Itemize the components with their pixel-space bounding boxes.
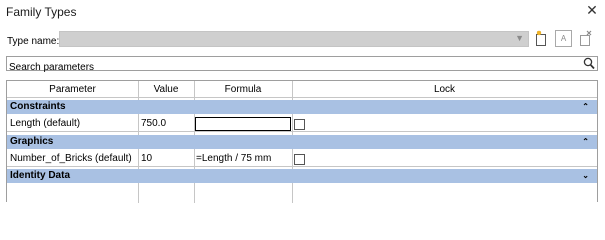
group-header-constraints[interactable]: Constraints ⌃ [7,100,597,114]
value-field[interactable]: 750.0 [141,116,166,131]
expand-icon[interactable]: ⌄ [582,169,589,183]
lock-checkbox[interactable] [294,154,305,165]
formula-input-active[interactable] [195,117,291,131]
collapse-icon[interactable]: ⌃ [582,135,589,149]
column-divider [138,149,139,169]
column-divider [292,114,293,135]
lock-checkbox[interactable] [294,119,305,130]
group-header-identity-data[interactable]: Identity Data ⌄ [7,169,597,183]
parameter-name[interactable]: Number_of_Bricks (default) [10,151,132,166]
group-label: Graphics [10,136,54,147]
parameters-grid: Parameter Value Formula Lock Constraints… [6,80,598,203]
type-name-dropdown[interactable]: ▼ [59,31,529,47]
collapse-icon[interactable]: ⌃ [582,100,589,114]
column-divider [292,81,293,100]
dialog-title: Family Types [6,5,77,19]
column-header-parameter[interactable]: Parameter [7,81,138,98]
column-header-value[interactable]: Value [138,81,194,98]
search-icon[interactable] [583,57,595,70]
close-icon[interactable]: ✕ [584,2,600,19]
parameter-name[interactable]: Length (default) [10,116,80,131]
column-divider [138,183,139,203]
delete-type-icon[interactable] [577,30,594,47]
new-type-icon[interactable] [533,30,550,47]
chevron-down-icon: ▼ [515,33,524,43]
column-divider [194,149,195,169]
column-divider [194,183,195,203]
row-divider [7,131,597,132]
search-box[interactable] [6,56,598,74]
column-divider [194,81,195,100]
row-divider [7,166,597,167]
search-input[interactable] [7,61,569,74]
column-divider [138,81,139,100]
rename-type-icon[interactable]: A [555,30,572,47]
column-divider [292,183,293,203]
group-label: Identity Data [10,170,71,181]
type-name-label: Type name: [7,36,60,47]
formula-field[interactable]: =Length / 75 mm [196,151,271,166]
column-header-lock[interactable]: Lock [292,81,597,98]
group-header-graphics[interactable]: Graphics ⌃ [7,135,597,149]
column-divider [292,149,293,169]
column-header-formula[interactable]: Formula [194,81,292,98]
value-field[interactable]: 10 [141,151,152,166]
group-label: Constraints [10,101,66,112]
column-divider [138,114,139,135]
